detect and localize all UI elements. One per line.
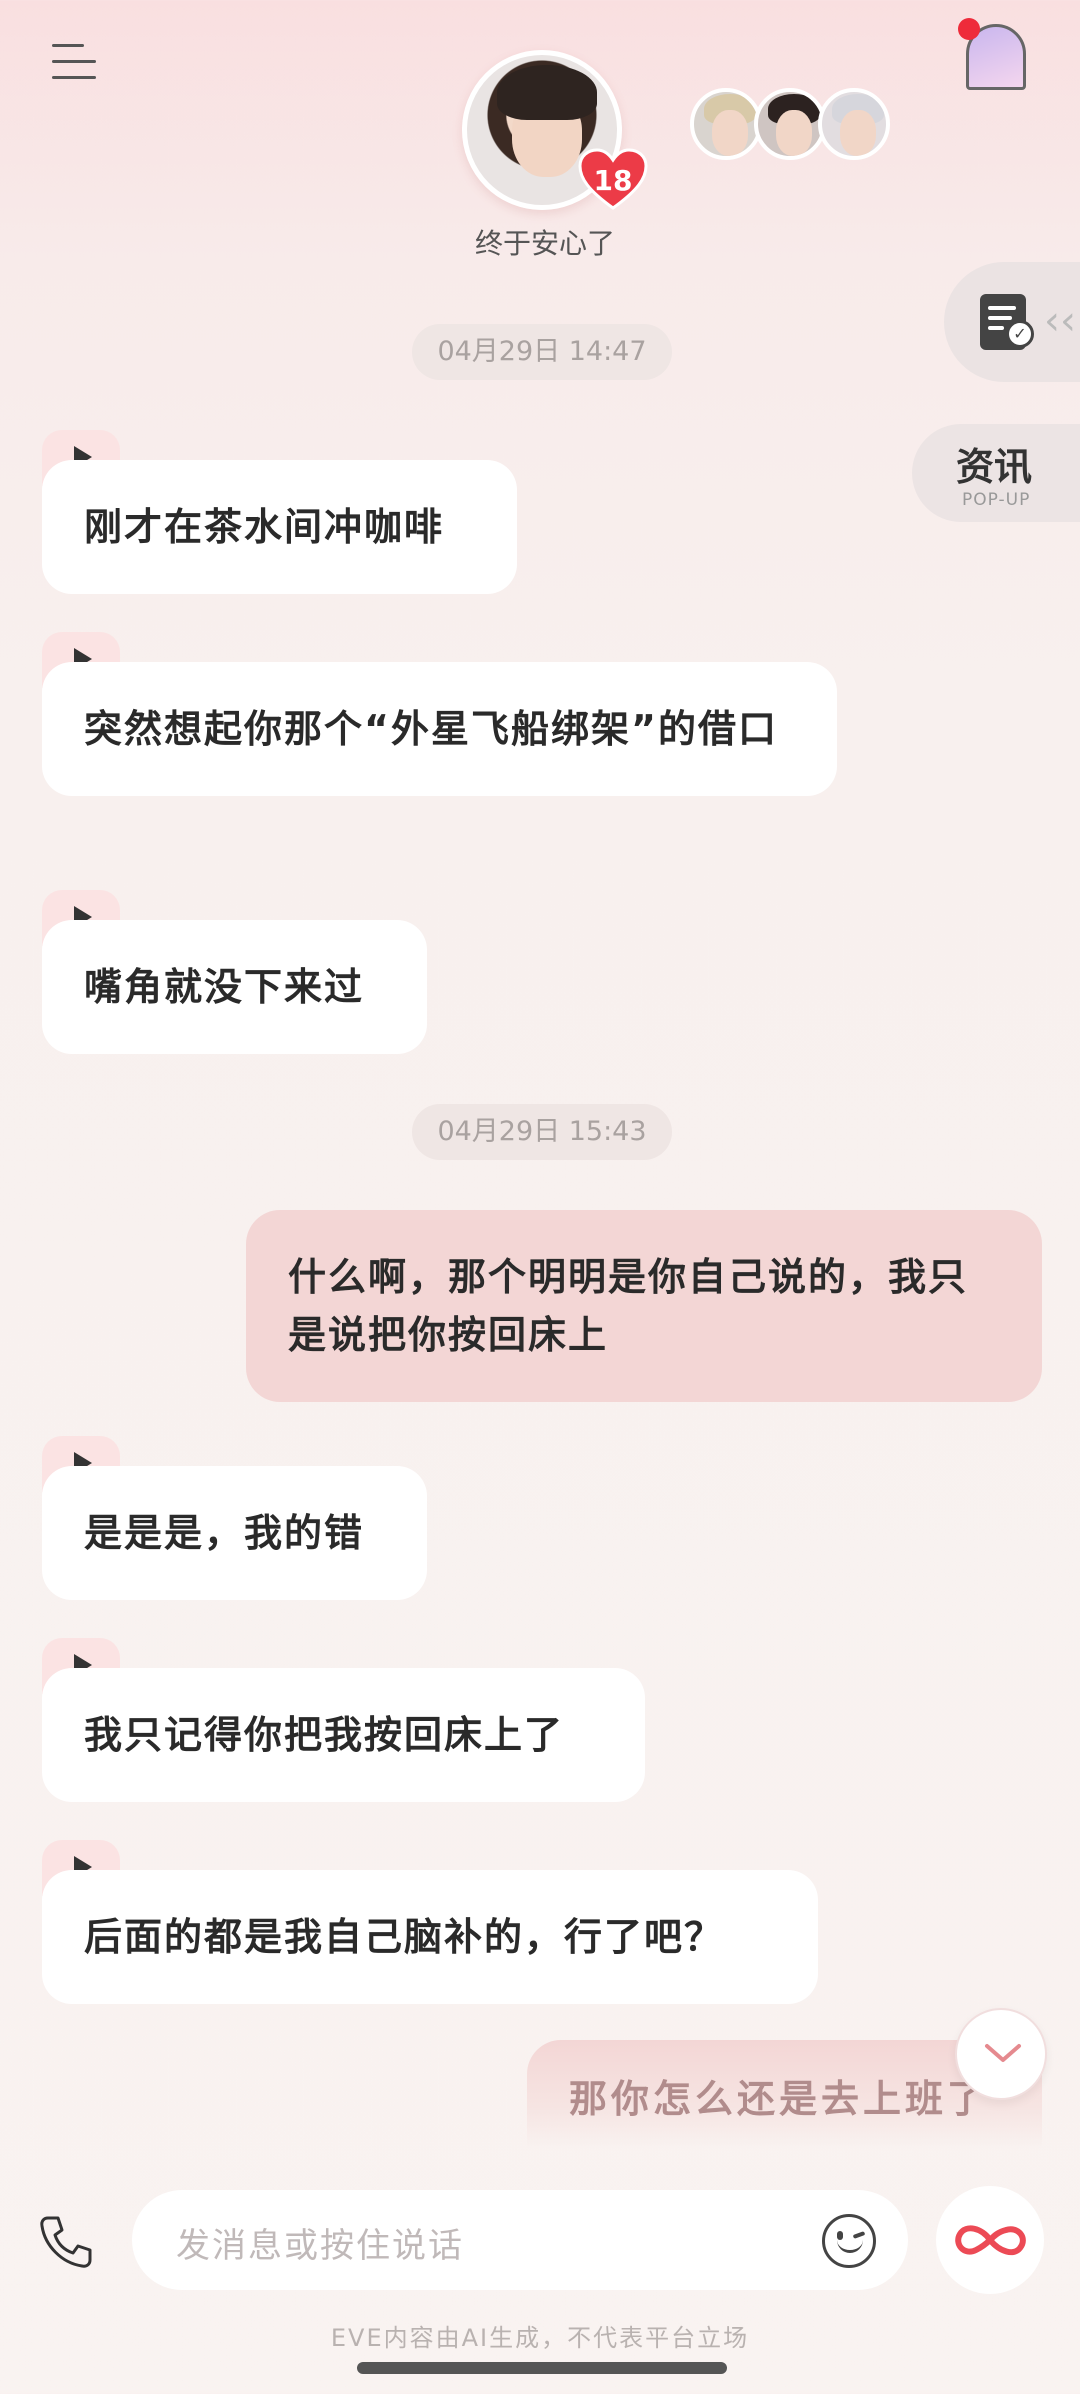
news-button[interactable]: 资讯 POP-UP [912, 424, 1080, 522]
character-status: 终于安心了 [474, 227, 615, 260]
avatar[interactable] [690, 88, 762, 160]
menu-icon[interactable] [52, 42, 102, 82]
message-bubble[interactable]: 后面的都是我自己脑补的，行了吧？ [42, 1870, 818, 2004]
chevron-down-icon [985, 2044, 1021, 2062]
phone-icon[interactable] [36, 2212, 96, 2272]
intimacy-badge[interactable]: 18 [578, 148, 648, 212]
infinity-icon[interactable] [936, 2186, 1044, 2294]
timestamp: 04月29日 14:47 [412, 324, 672, 380]
news-sub-label: POP-UP [962, 490, 1031, 510]
message-bubble[interactable]: 刚才在茶水间冲咖啡 [42, 460, 517, 594]
scroll-down-button[interactable] [955, 2008, 1047, 2100]
news-label: 资讯 [956, 445, 1033, 489]
intimacy-level: 18 [593, 164, 633, 197]
message-input[interactable]: 发消息或按住说话 [132, 2190, 908, 2290]
notification-dot [958, 18, 980, 40]
message-bubble[interactable]: 嘴角就没下来过 [42, 920, 427, 1054]
message-bubble[interactable]: 是是是，我的错 [42, 1466, 427, 1600]
emoji-icon[interactable] [822, 2214, 876, 2268]
message-bubble[interactable]: 突然想起你那个“外星飞船绑架”的借口 [42, 662, 837, 796]
scene-icon[interactable] [958, 16, 1038, 100]
message-bubble[interactable]: 我只记得你把我按回床上了 [42, 1668, 645, 1802]
avatar[interactable] [818, 88, 890, 160]
message-input-placeholder: 发消息或按住说话 [176, 2226, 464, 2266]
ai-disclaimer: EVE内容由AI生成，不代表平台立场 [330, 2324, 750, 2352]
check-icon: ✓ [1006, 320, 1034, 348]
my-message-bubble[interactable]: 什么啊，那个明明是你自己说的，我只是说把你按回床上 [246, 1210, 1042, 1402]
avatar[interactable] [754, 88, 826, 160]
task-button[interactable]: ✓ ‹‹ [944, 262, 1080, 382]
timestamp: 04月29日 15:43 [412, 1104, 672, 1160]
home-indicator[interactable] [357, 2362, 727, 2374]
chevron-left-icon: ‹‹ [1044, 298, 1076, 344]
